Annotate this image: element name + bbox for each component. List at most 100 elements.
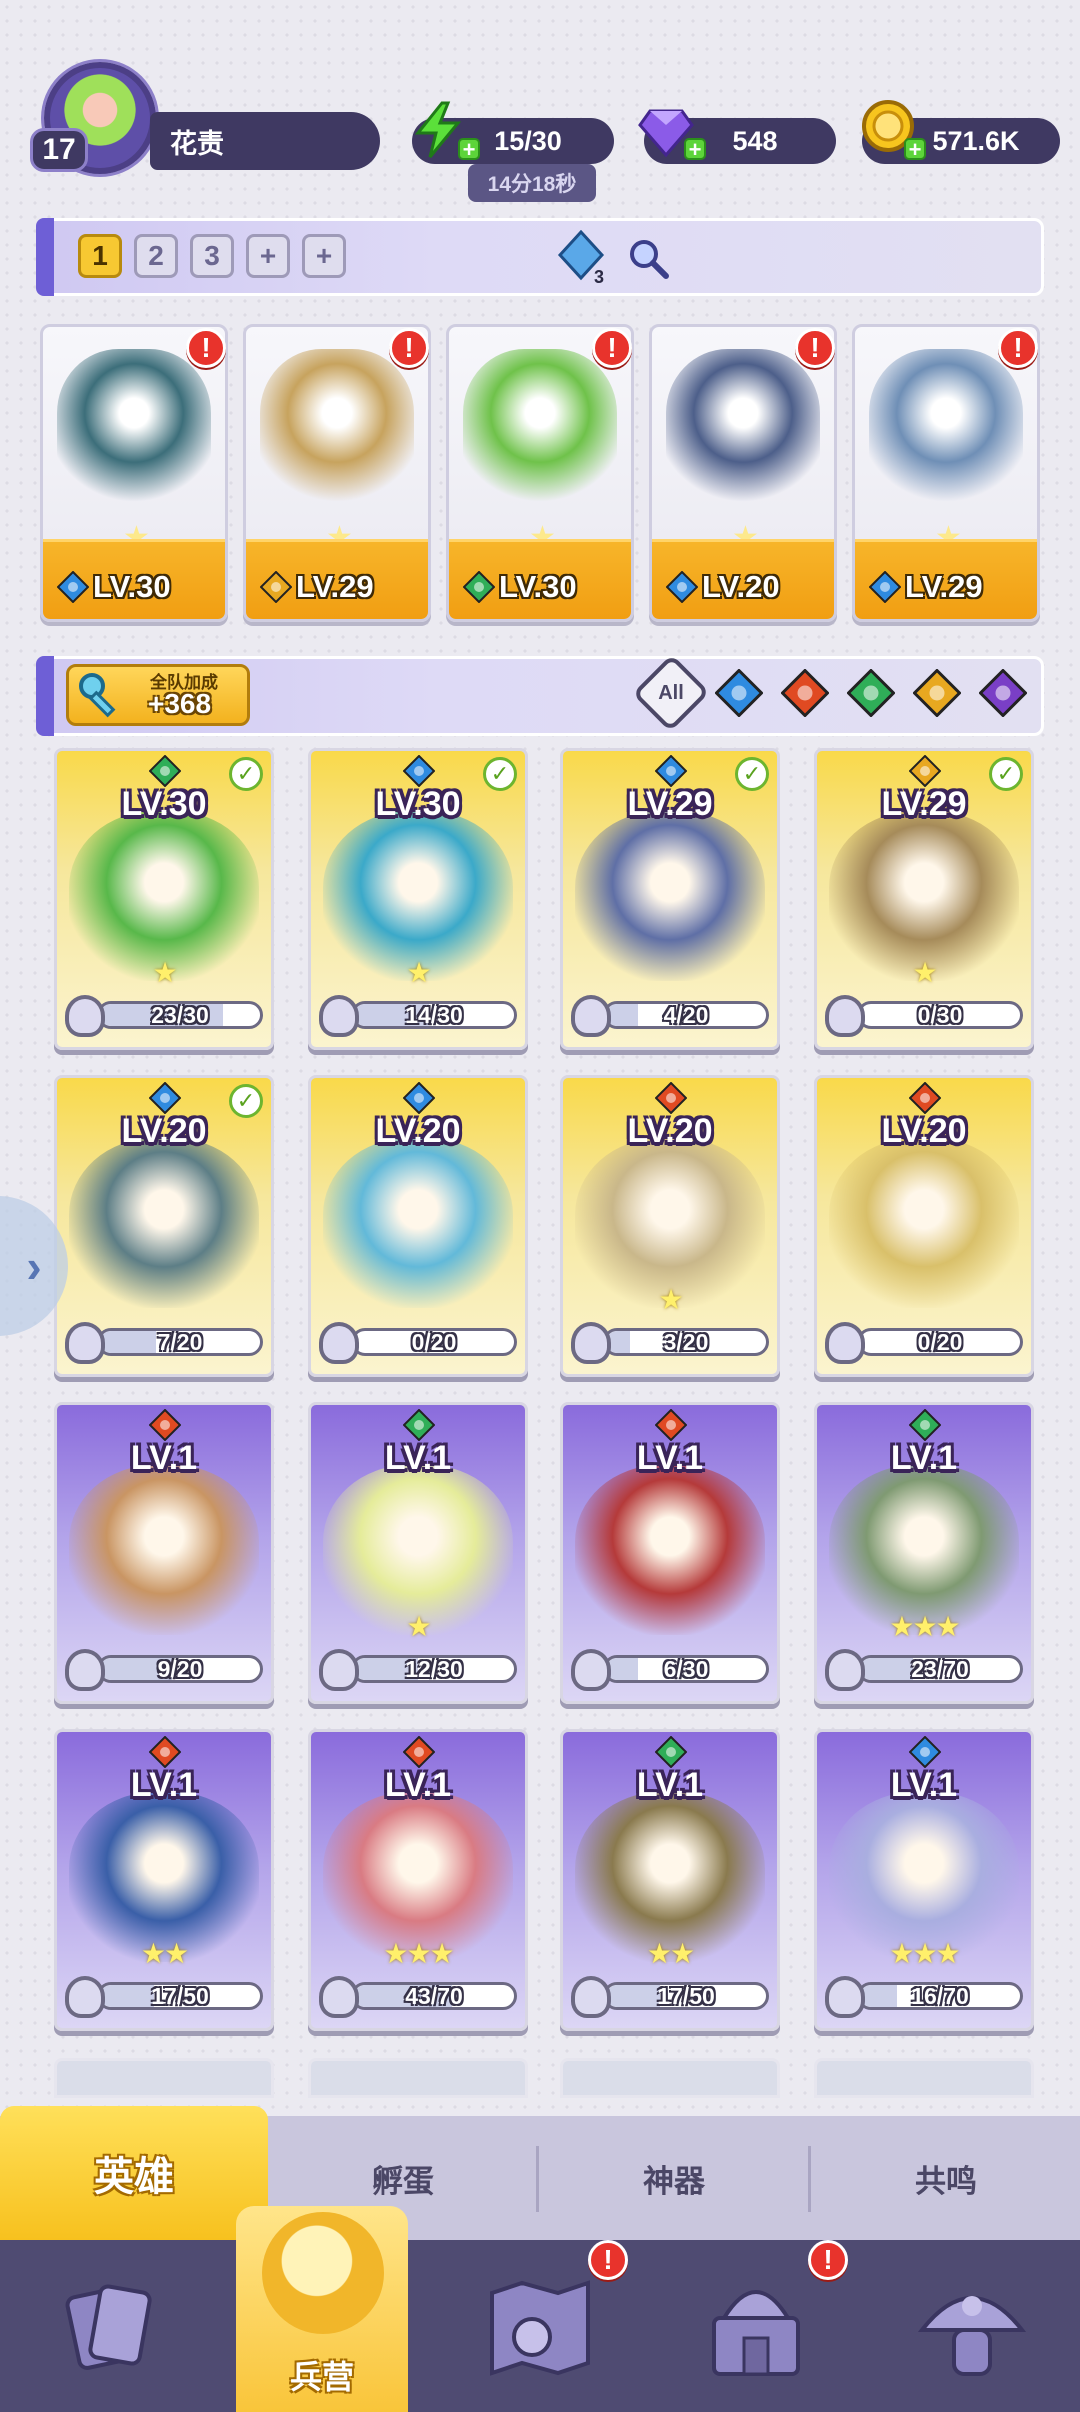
tab-artifact-label: 神器 (643, 2163, 705, 2199)
hero-shard-count: 16/70 (911, 1983, 969, 2009)
filter-light-button[interactable] (910, 667, 964, 722)
filter-water-button[interactable] (712, 667, 766, 722)
hero-level: LV.1 (384, 1439, 452, 1477)
shard-icon (571, 995, 611, 1037)
hero-shard-count: 7/20 (157, 1329, 203, 1355)
hero-card[interactable]: LV.1 6/30 (560, 1402, 780, 1704)
add-coin-icon[interactable]: + (904, 138, 926, 161)
filter-dark-button[interactable] (976, 667, 1030, 722)
tab-resonance[interactable]: 共鸣 (812, 2116, 1080, 2240)
energy-value: 15/30 (494, 125, 562, 156)
filter-all-button[interactable]: All (632, 654, 710, 732)
player-level-badge: 17 (30, 128, 88, 172)
hero-card[interactable]: LV.1 ★★ 17/50 (560, 1729, 780, 2031)
hero-portrait (575, 1465, 765, 1635)
team-tab-1[interactable]: 1 (78, 234, 122, 278)
team-slot-level: LV.20 (702, 569, 780, 604)
team-slot-alert-icon: ! (389, 328, 429, 368)
team-bonus-value: +368 (148, 688, 212, 719)
nav-shop-alert-icon: ! (808, 2240, 848, 2280)
filter-wind-button[interactable] (844, 667, 898, 722)
shard-icon (571, 1976, 611, 2018)
element-fire-icon (654, 1408, 688, 1442)
hero-shard-count: 23/30 (151, 1002, 209, 1028)
tab-heroes[interactable]: 英雄 (0, 2106, 268, 2240)
hero-shard-count: 3/20 (663, 1329, 709, 1355)
hero-level: LV.20 (121, 1112, 207, 1150)
hero-shard-count: 23/70 (911, 1656, 969, 1682)
team-slot-3[interactable]: ★ LV.30 (446, 324, 634, 622)
team-slot-4[interactable]: ★ LV.20 (649, 324, 837, 622)
element-water-icon (402, 1081, 436, 1115)
tab-divider (808, 2146, 811, 2212)
team-slot-alert-icon: ! (592, 328, 632, 368)
hero-card[interactable]: LV.29 ★ 0/30 ✓ (814, 748, 1034, 1050)
nav-cards[interactable] (0, 2240, 216, 2412)
team-slot-5[interactable]: ★ LV.29 (852, 324, 1040, 622)
shard-icon (319, 1322, 359, 1364)
hero-level: LV.30 (375, 785, 461, 823)
element-fire-icon (908, 1081, 942, 1115)
cards-icon (65, 2284, 152, 2370)
hero-level: LV.20 (881, 1112, 967, 1150)
hero-card[interactable]: LV.1 9/20 (54, 1402, 274, 1704)
hero-level: LV.20 (375, 1112, 461, 1150)
filter-fire-button[interactable] (778, 667, 832, 722)
gem-value: 548 (732, 125, 778, 156)
element-light-icon (908, 754, 942, 788)
element-wind-icon (908, 1408, 942, 1442)
hero-level: LV.1 (636, 1439, 704, 1477)
hero-card[interactable]: LV.1 ★★ 17/50 (54, 1729, 274, 2031)
tab-divider (536, 2146, 539, 2212)
hero-level: LV.1 (384, 1766, 452, 1804)
team-tab-add-2[interactable]: + (302, 234, 346, 278)
hero-stars: ★ (406, 957, 431, 988)
hero-level: LV.29 (881, 785, 967, 823)
team-slot-level: LV.29 (296, 569, 374, 604)
hero-card[interactable]: LV.1 ★ 12/30 (308, 1402, 528, 1704)
element-light-icon (912, 667, 962, 722)
team-slot-level: LV.30 (93, 569, 171, 604)
hero-portrait (57, 349, 211, 509)
team-tab-3[interactable]: 3 (190, 234, 234, 278)
hero-card[interactable]: LV.20 0/20 (308, 1075, 528, 1377)
hero-card[interactable]: LV.30 ★ 14/30 ✓ (308, 748, 528, 1050)
shard-icon (825, 1976, 865, 2018)
hero-card[interactable]: LV.29 4/20 ✓ (560, 748, 780, 1050)
tab-artifact[interactable]: 神器 (540, 2116, 808, 2240)
inspect-icon[interactable] (626, 236, 670, 280)
hero-portrait (869, 349, 1023, 509)
hero-card[interactable]: LV.1 ★★★ 43/70 (308, 1729, 528, 2031)
team-slot-level: LV.29 (905, 569, 983, 604)
shard-icon (825, 1649, 865, 1691)
hero-stars: ★★ (646, 1938, 695, 1969)
hero-level: LV.1 (890, 1766, 958, 1804)
element-wind-icon (148, 754, 182, 788)
filter-all-label: All (658, 681, 684, 704)
shard-icon (65, 995, 105, 1037)
element-water-icon (148, 1081, 182, 1115)
hero-card[interactable]: LV.20 0/20 (814, 1075, 1034, 1377)
energy-timer: 14分18秒 (468, 164, 596, 202)
hero-card[interactable]: LV.20 7/20 ✓ (54, 1075, 274, 1377)
hero-portrait (829, 1138, 1019, 1308)
shard-icon (825, 995, 865, 1037)
team-slot-1[interactable]: ★ LV.30 (40, 324, 228, 622)
hero-card[interactable]: LV.30 ★ 23/30 ✓ (54, 748, 274, 1050)
hero-portrait (69, 1138, 259, 1308)
hero-card[interactable]: LV.1 ★★★ 23/70 (814, 1402, 1034, 1704)
hero-level: LV.1 (636, 1766, 704, 1804)
nav-guild[interactable] (864, 2240, 1080, 2412)
team-tab-add-1[interactable]: + (246, 234, 290, 278)
player-name[interactable]: 花责 (150, 112, 380, 170)
filter-bar-accent (36, 656, 54, 736)
add-gem-icon[interactable]: + (684, 138, 706, 161)
hero-card[interactable]: LV.20 ★ 3/20 (560, 1075, 780, 1377)
hero-shard-count: 12/30 (405, 1656, 463, 1682)
hero-card[interactable]: LV.1 ★★★ 16/70 (814, 1729, 1034, 2031)
team-slot-2[interactable]: ★ LV.29 (243, 324, 431, 622)
team-tab-2[interactable]: 2 (134, 234, 178, 278)
player-name-text: 花责 (170, 128, 224, 159)
team-cost-value: 3 (593, 267, 604, 287)
add-energy-icon[interactable]: + (458, 138, 480, 161)
